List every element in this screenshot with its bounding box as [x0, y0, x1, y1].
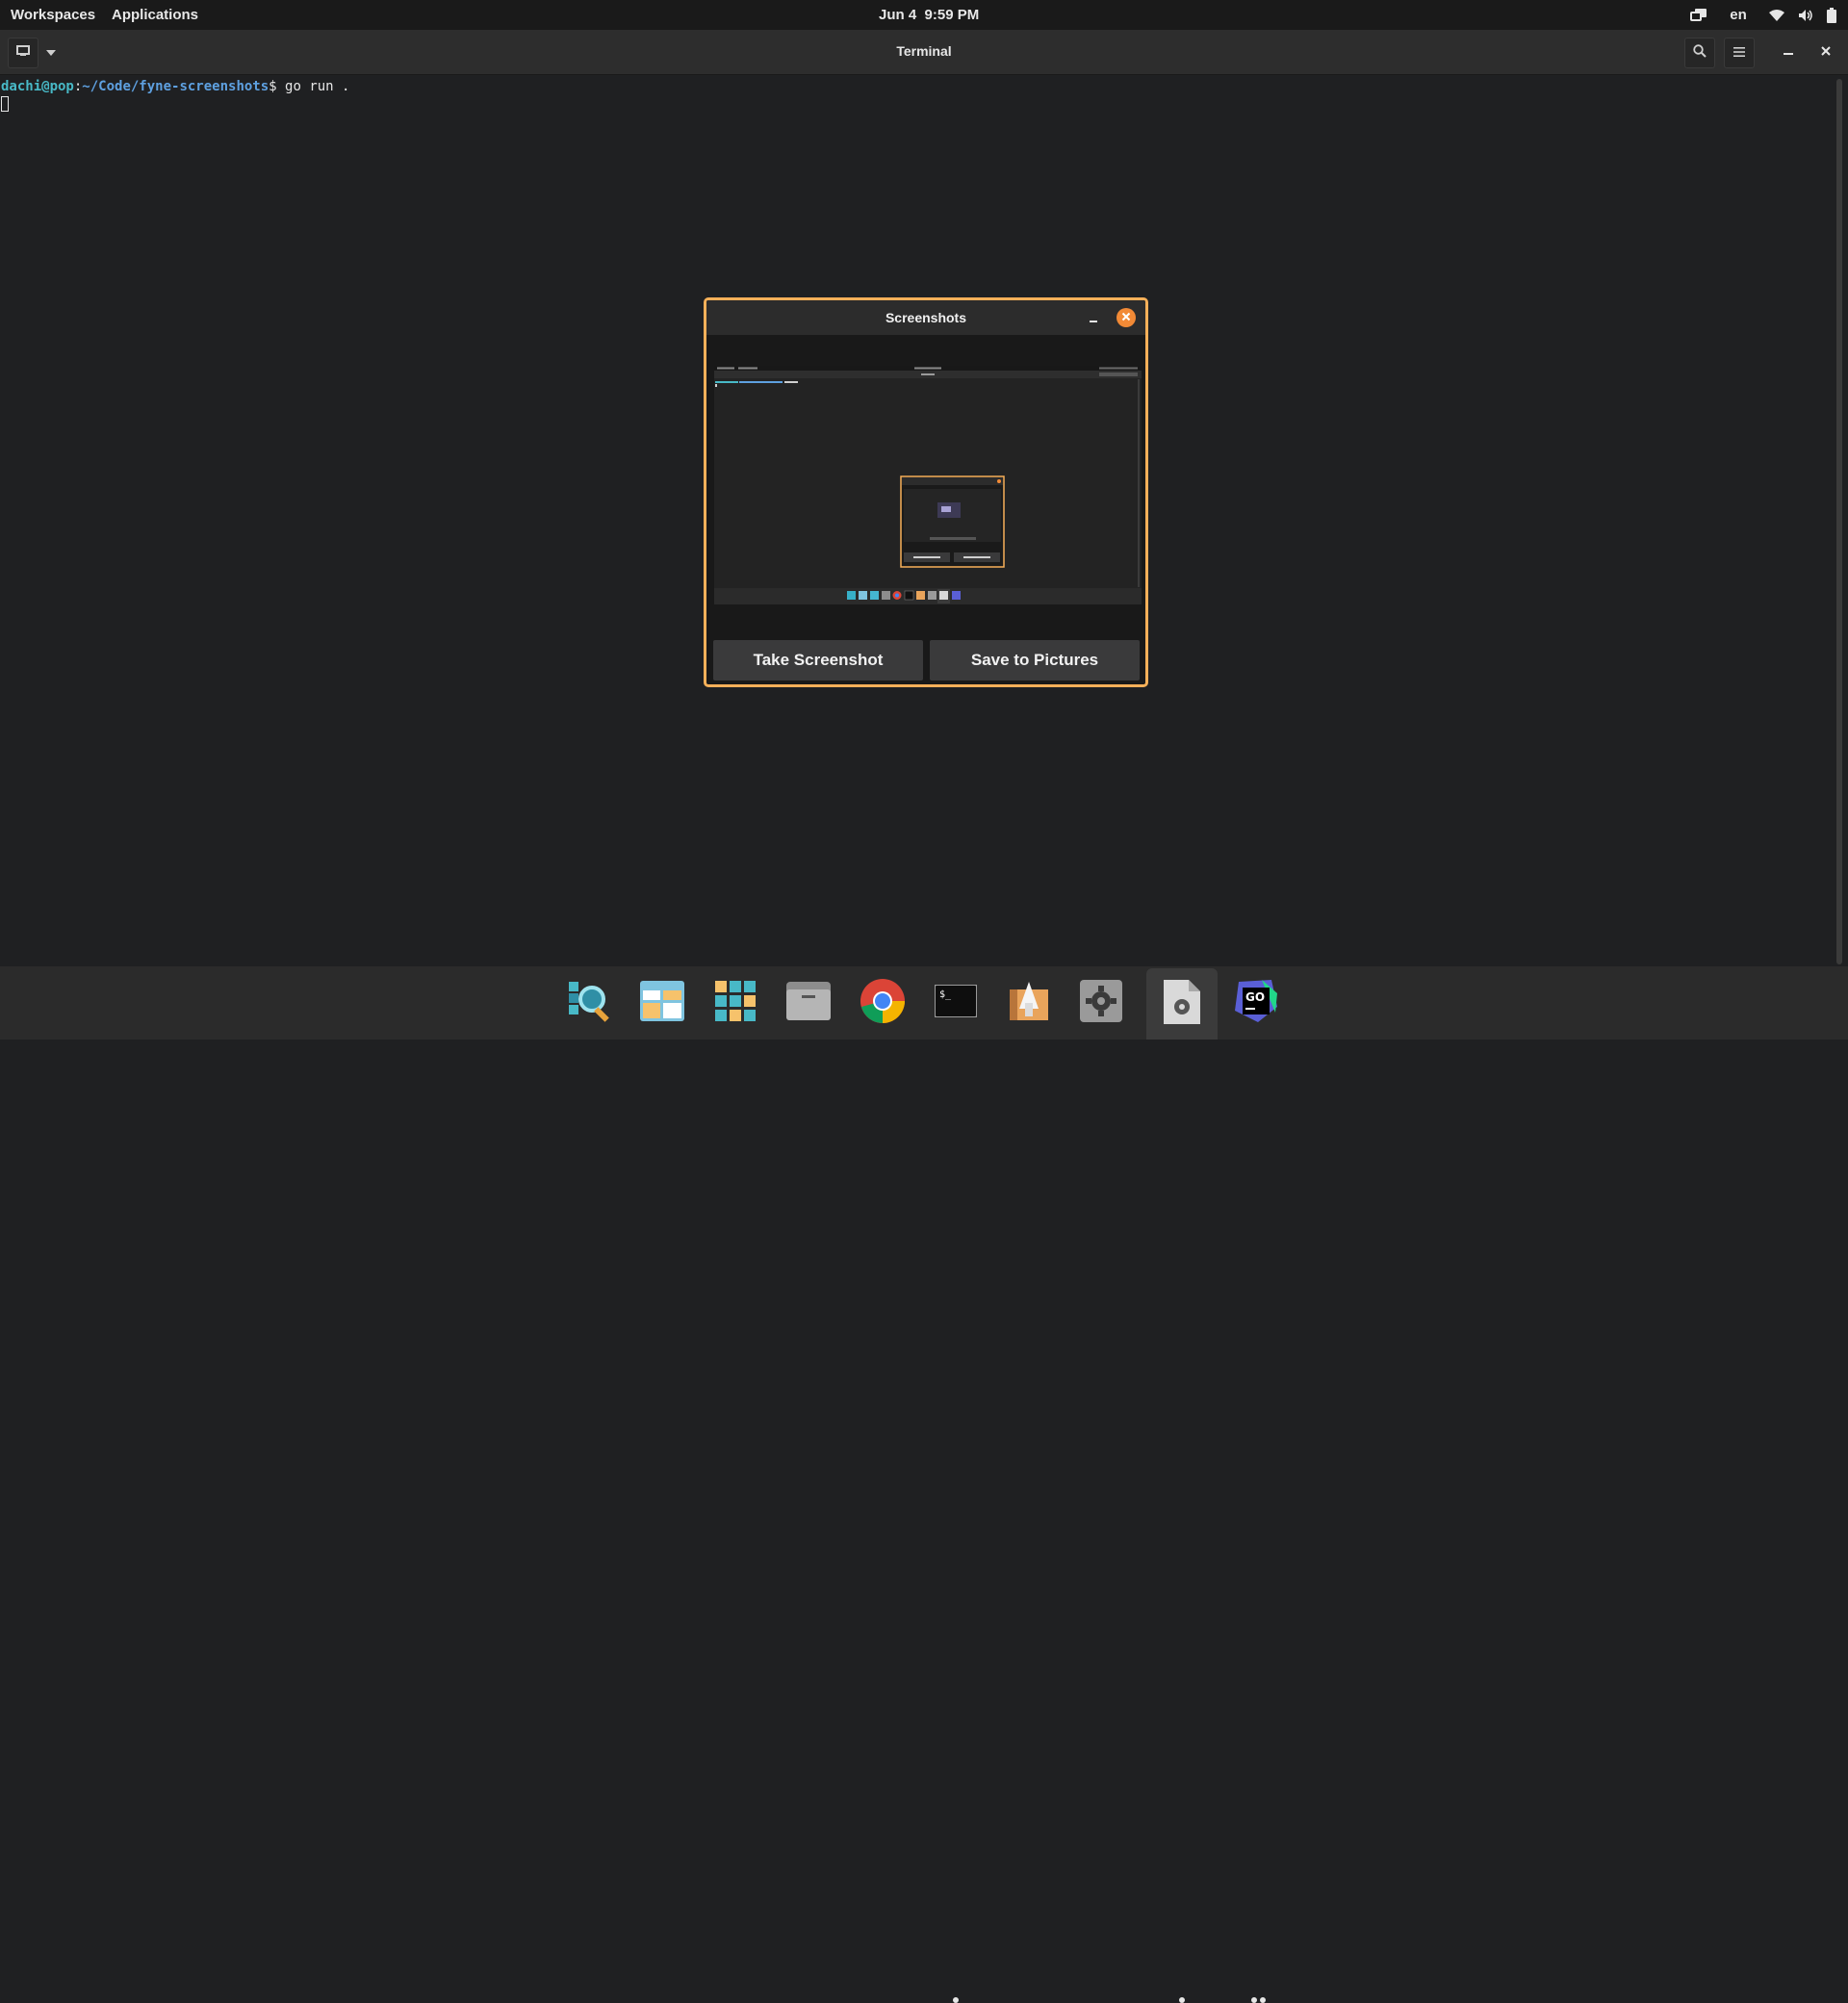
svg-text:$_: $_: [939, 989, 952, 1000]
dock-item-settings[interactable]: [1070, 972, 1132, 1034]
minimize-button[interactable]: [1774, 38, 1803, 66]
search-icon: [1693, 43, 1707, 63]
time-label: 9:59 PM: [924, 7, 980, 23]
dock: $_ GO: [0, 966, 1848, 2003]
menu-button[interactable]: [1724, 38, 1755, 68]
minimize-icon: [1086, 313, 1101, 329]
search-app-icon: [567, 978, 613, 1029]
window-title: Terminal: [896, 43, 952, 59]
search-button[interactable]: [1684, 38, 1715, 68]
screenshots-dialog: Screenshots Take Screenshot Save to Pict…: [704, 297, 1148, 687]
screenshot-thumbnail: [714, 366, 1142, 604]
dock-item-goland[interactable]: GO: [1225, 972, 1287, 1034]
language-indicator[interactable]: en: [1721, 7, 1756, 23]
applications-button[interactable]: Applications: [112, 7, 198, 23]
volume-icon[interactable]: [1798, 9, 1813, 22]
goland-icon: GO: [1233, 978, 1279, 1029]
running-indicator: [1260, 1997, 1266, 2003]
take-screenshot-button[interactable]: Take Screenshot: [713, 640, 923, 681]
dock-item-chrome[interactable]: [852, 972, 913, 1034]
dialog-minimize-button[interactable]: [1086, 310, 1101, 325]
window-layout-icon: [640, 980, 684, 1026]
prompt-line: dachi@pop:~/Code/fyne-screenshots$ go ru…: [1, 79, 349, 94]
document-settings-icon: [1164, 979, 1200, 1029]
prompt-dollar: $: [269, 79, 286, 94]
hamburger-menu-icon: [1733, 44, 1745, 62]
svg-text:GO: GO: [1245, 990, 1265, 1004]
app-grid-icon: [715, 980, 756, 1026]
display-icon[interactable]: [1690, 8, 1707, 23]
close-icon: [1821, 43, 1831, 61]
command-text: go run .: [285, 79, 350, 94]
dock-item-files[interactable]: [778, 972, 839, 1034]
minimize-icon: [1784, 43, 1793, 61]
dock-item-terminal[interactable]: $_: [925, 972, 987, 1034]
running-indicator: [1179, 1997, 1185, 2003]
close-icon: [1121, 309, 1131, 326]
top-panel: Workspaces Applications Jun 4 9:59 PM en: [0, 0, 1848, 30]
running-indicator: [953, 1997, 959, 2003]
terminal-icon: $_: [934, 983, 978, 1022]
prompt-user: dachi@pop: [1, 79, 74, 94]
prompt-path: ~/Code/fyne-screenshots: [82, 79, 270, 94]
text-cursor: [1, 96, 9, 112]
clock[interactable]: Jun 4 9:59 PM: [879, 7, 979, 23]
close-button[interactable]: [1811, 38, 1840, 66]
terminal-headerbar: Terminal: [0, 30, 1848, 75]
dock-item-installer[interactable]: [998, 972, 1060, 1034]
installer-icon: [1008, 980, 1050, 1027]
wifi-icon[interactable]: [1769, 9, 1784, 22]
save-to-pictures-button[interactable]: Save to Pictures: [930, 640, 1140, 681]
chrome-icon: [860, 978, 906, 1029]
folder-icon: [786, 981, 831, 1025]
running-indicator: [1251, 1997, 1257, 2003]
screenshot-preview: [714, 366, 1142, 604]
dock-item-files-manager[interactable]: [631, 972, 693, 1034]
dock-item-search[interactable]: [559, 972, 621, 1034]
date-label: Jun 4: [879, 7, 917, 23]
battery-icon[interactable]: [1827, 7, 1836, 23]
dialog-headerbar: Screenshots: [706, 300, 1145, 335]
gear-icon: [1080, 979, 1122, 1027]
dock-item-system-doc[interactable]: [1146, 968, 1218, 1040]
dialog-title: Screenshots: [885, 310, 967, 325]
dock-item-app-grid[interactable]: [705, 972, 766, 1034]
system-tray: en: [1690, 0, 1836, 30]
terminal-scrollbar[interactable]: [1836, 79, 1842, 964]
workspaces-button[interactable]: Workspaces: [11, 7, 95, 23]
dialog-close-button[interactable]: [1116, 308, 1136, 327]
